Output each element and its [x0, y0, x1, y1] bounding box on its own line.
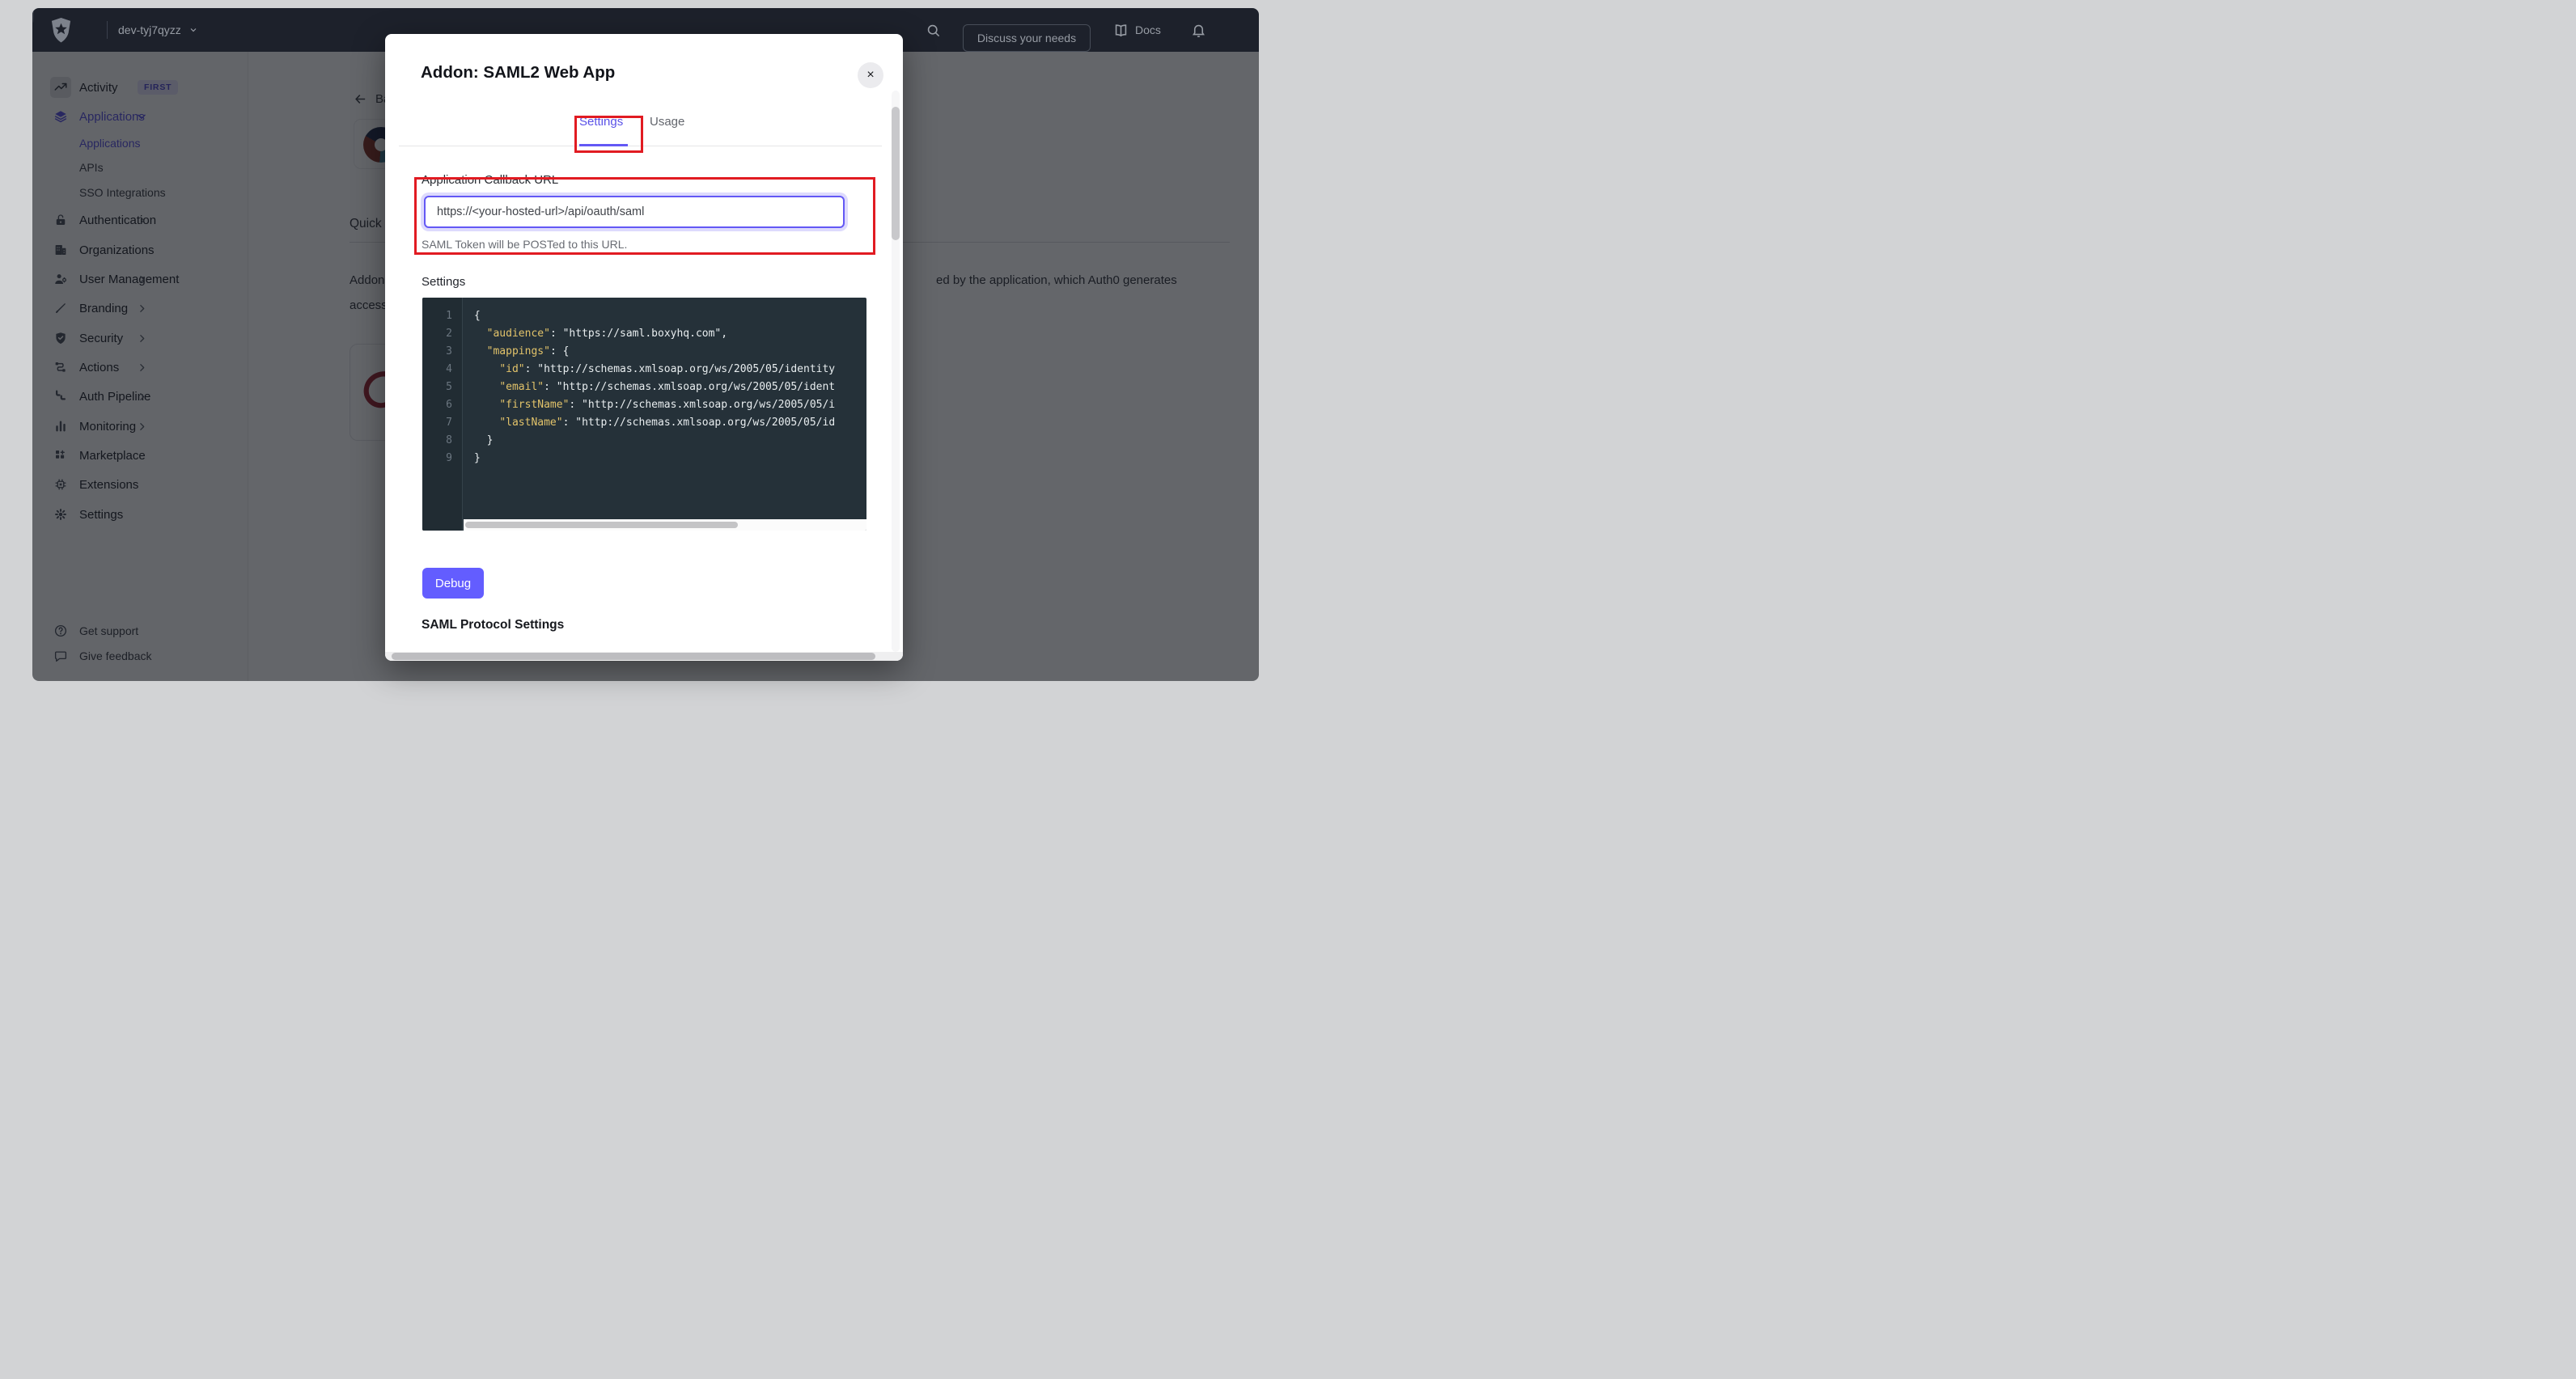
modal-hscrollbar-track [385, 652, 903, 661]
code-line: 8 } [422, 432, 866, 450]
discuss-your-needs-button[interactable]: Discuss your needs [963, 24, 1091, 52]
editor-hscrollbar-thumb[interactable] [465, 522, 738, 528]
line-number: 1 [422, 307, 463, 325]
code-line: 4 "id": "http://schemas.xmlsoap.org/ws/2… [422, 361, 866, 379]
editor-hscrollbar-track [464, 519, 866, 531]
close-icon[interactable]: × [858, 62, 883, 88]
tab-usage[interactable]: Usage [650, 115, 684, 129]
settings-json-editor[interactable]: 1{2 "audience": "https://saml.boxyhq.com… [422, 298, 866, 531]
saml-protocol-settings-heading: SAML Protocol Settings [422, 618, 564, 632]
code-line: 9} [422, 450, 866, 467]
navbar-divider [107, 21, 108, 39]
search-icon[interactable] [926, 8, 941, 52]
code-line: 6 "firstName": "http://schemas.xmlsoap.o… [422, 396, 866, 414]
modal-vscrollbar-thumb[interactable] [892, 107, 900, 240]
modal-title: Addon: SAML2 Web App [421, 63, 615, 82]
code-line: 3 "mappings": { [422, 343, 866, 361]
settings-section-label: Settings [422, 275, 465, 289]
notifications-bell-icon[interactable] [1191, 8, 1206, 52]
modal-hscrollbar-thumb[interactable] [392, 653, 875, 660]
line-number: 3 [422, 343, 463, 361]
line-number: 2 [422, 325, 463, 343]
callback-url-input[interactable] [424, 196, 845, 228]
user-avatar[interactable] [32, 8, 34, 23]
tenant-switcher[interactable]: dev-tyj7qyzz [118, 8, 198, 52]
code-line: 5 "email": "http://schemas.xmlsoap.org/w… [422, 379, 866, 396]
callback-url-label: Application Callback URL [422, 173, 558, 187]
callback-url-helper: SAML Token will be POSTed to this URL. [422, 238, 627, 251]
book-icon [1113, 23, 1129, 38]
docs-label: Docs [1135, 23, 1161, 36]
chevron-down-icon [189, 25, 198, 35]
line-number: 7 [422, 414, 463, 432]
tenant-name: dev-tyj7qyzz [118, 23, 181, 36]
line-number: 4 [422, 361, 463, 379]
tab-settings[interactable]: Settings [579, 115, 623, 129]
auth0-logo-icon[interactable] [49, 18, 73, 43]
active-tab-underline [579, 144, 628, 146]
discuss-label: Discuss your needs [977, 32, 1076, 44]
line-number: 6 [422, 396, 463, 414]
docs-link[interactable]: Docs [1113, 8, 1161, 52]
code-line: 1{ [422, 307, 866, 325]
line-number: 9 [422, 450, 463, 467]
line-number: 5 [422, 379, 463, 396]
code-line: 7 "lastName": "http://schemas.xmlsoap.or… [422, 414, 866, 432]
addon-saml2-modal: Addon: SAML2 Web App × Settings Usage Ap… [385, 34, 903, 661]
line-number: 8 [422, 432, 463, 450]
code-line: 2 "audience": "https://saml.boxyhq.com", [422, 325, 866, 343]
debug-button[interactable]: Debug [422, 568, 484, 599]
